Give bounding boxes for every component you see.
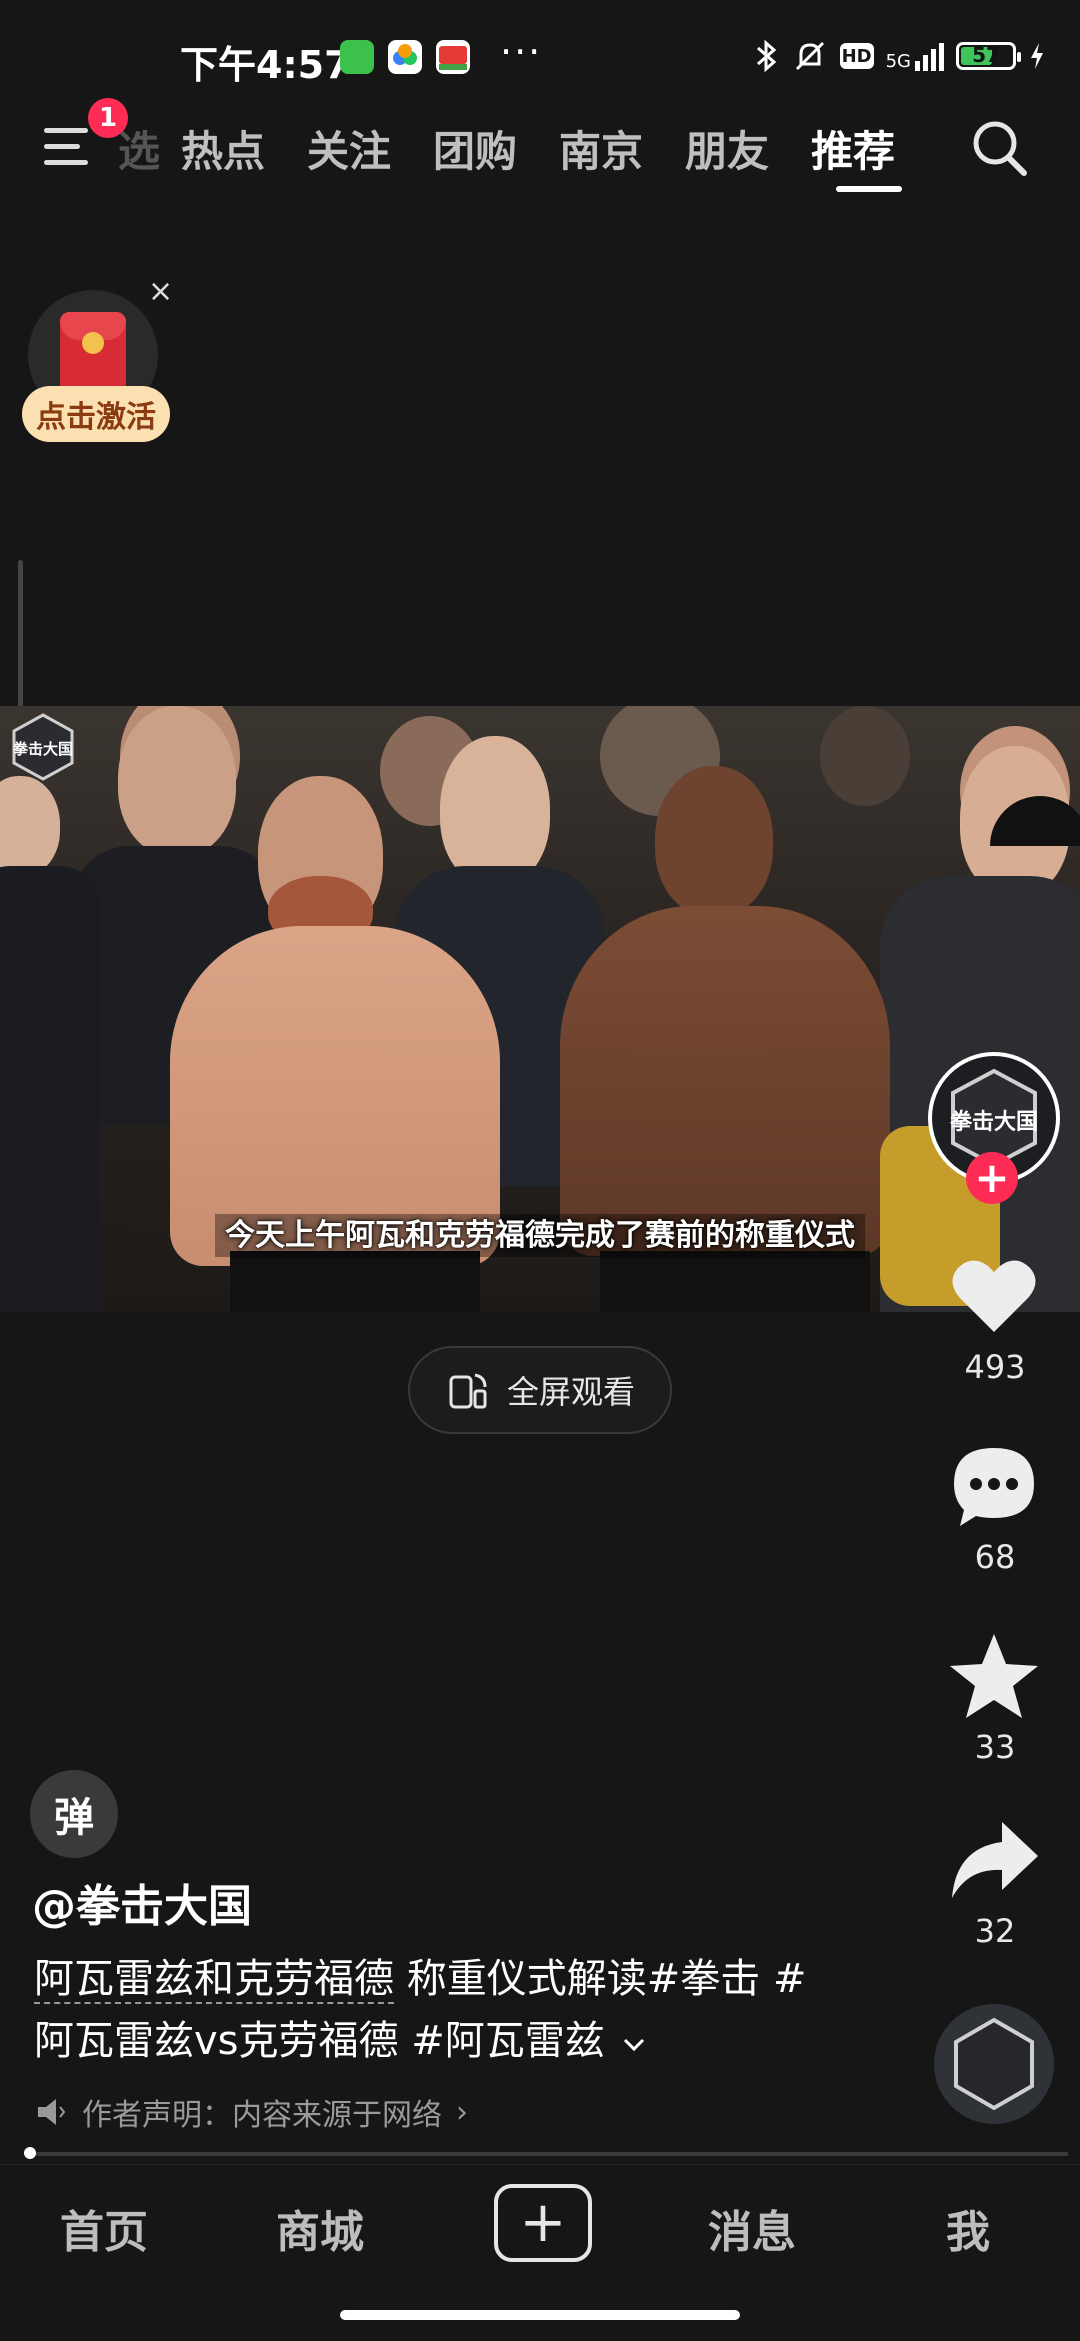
share-icon[interactable] xyxy=(946,1812,1042,1908)
cloud-app-icon xyxy=(388,40,422,74)
create-plus-button[interactable]: + xyxy=(494,2184,592,2262)
tab-group-buy[interactable]: 团购 xyxy=(412,118,538,179)
status-time: 下午4:57 xyxy=(180,43,351,87)
mute-bell-icon xyxy=(795,41,824,71)
danmu-toggle-button[interactable]: 弹 xyxy=(30,1770,118,1858)
menu-icon[interactable] xyxy=(44,124,92,168)
tab-following[interactable]: 关注 xyxy=(286,118,412,179)
nav-mall[interactable]: 商城 xyxy=(250,2196,390,2260)
nav-home[interactable]: 首页 xyxy=(34,2196,174,2260)
activate-button[interactable]: 点击激活 xyxy=(22,386,170,442)
speaker-icon xyxy=(38,2099,66,2125)
tab-partial[interactable]: 选 xyxy=(118,118,160,179)
coin-icon xyxy=(82,332,104,354)
close-icon[interactable]: × xyxy=(148,274,173,309)
comment-count: 68 xyxy=(974,1538,1016,1576)
expand-chevron-icon[interactable] xyxy=(619,2034,649,2054)
tab-friends[interactable]: 朋友 xyxy=(664,118,790,179)
58-app-icon xyxy=(436,40,470,74)
like-heart-icon[interactable] xyxy=(946,1248,1042,1344)
favorite-star-icon[interactable] xyxy=(946,1628,1042,1724)
fullscreen-button[interactable]: 全屏观看 xyxy=(408,1346,672,1434)
bluetooth-icon xyxy=(756,39,776,73)
wechat-app-icon xyxy=(340,40,374,74)
rotate-phone-icon xyxy=(449,1373,487,1409)
tab-hot[interactable]: 热点 xyxy=(160,118,286,179)
video-progress-bar[interactable] xyxy=(24,2147,1068,2159)
fullscreen-label: 全屏观看 xyxy=(506,1373,635,1411)
share-count: 32 xyxy=(974,1912,1016,1950)
author-declaration[interactable]: 作者声明：内容来源于网络 › xyxy=(34,2090,468,2134)
status-indicators: HD 5G 57 xyxy=(754,36,1046,76)
video-watermark-text: 拳击大国 xyxy=(12,740,73,758)
like-count: 493 xyxy=(964,1348,1026,1386)
top-tabs: 选 热点 关注 团购 南京 朋友 推荐 xyxy=(118,118,916,179)
signal-5g: 5G xyxy=(886,41,944,71)
progress-handle[interactable] xyxy=(24,2147,36,2159)
author-name[interactable]: @拳击大国 xyxy=(32,1870,252,1934)
follow-button[interactable]: + xyxy=(966,1152,1018,1204)
side-scroll-indicator xyxy=(18,560,23,720)
music-disc[interactable] xyxy=(934,2004,1054,2124)
declaration-text: 作者声明：内容来源于网络 xyxy=(82,2098,442,2133)
active-tab-underline xyxy=(836,186,902,192)
description-link[interactable]: 阿瓦雷兹和克劳福德 xyxy=(34,1956,394,2004)
status-bar: 下午4:57 ··· HD 5G 57 xyxy=(0,0,1080,110)
more-notifications-icon: ··· xyxy=(500,30,543,74)
home-indicator[interactable] xyxy=(340,2310,740,2320)
hd-badge: HD xyxy=(839,43,874,69)
tab-nanjing[interactable]: 南京 xyxy=(538,118,664,179)
signal-bars-icon xyxy=(915,41,944,71)
nav-me[interactable]: 我 xyxy=(898,2196,1038,2260)
search-icon[interactable] xyxy=(970,118,1028,178)
avatar-text: 拳击大国 xyxy=(949,1110,1038,1135)
video-subtitle: 今天上午阿瓦和克劳福德完成了赛前的称重仪式 xyxy=(0,1210,1080,1257)
description-text: 称重仪式解读#拳击 # xyxy=(394,1956,807,2002)
tab-recommend[interactable]: 推荐 xyxy=(790,118,916,179)
comment-icon[interactable] xyxy=(946,1438,1042,1534)
nav-messages[interactable]: 消息 xyxy=(682,2196,822,2260)
favorite-count: 33 xyxy=(974,1728,1016,1766)
battery-icon: 57 xyxy=(956,42,1021,70)
charging-icon xyxy=(1031,43,1043,69)
music-disc-logo-icon xyxy=(954,2017,1034,2111)
description-hashtags[interactable]: 阿瓦雷兹vs克劳福德 #阿瓦雷兹 xyxy=(34,2018,605,2064)
chevron-right-icon: › xyxy=(456,2094,468,2130)
video-description: 阿瓦雷兹和克劳福德 称重仪式解读#拳击 # 阿瓦雷兹vs克劳福德 #阿瓦雷兹 xyxy=(34,1948,834,2072)
